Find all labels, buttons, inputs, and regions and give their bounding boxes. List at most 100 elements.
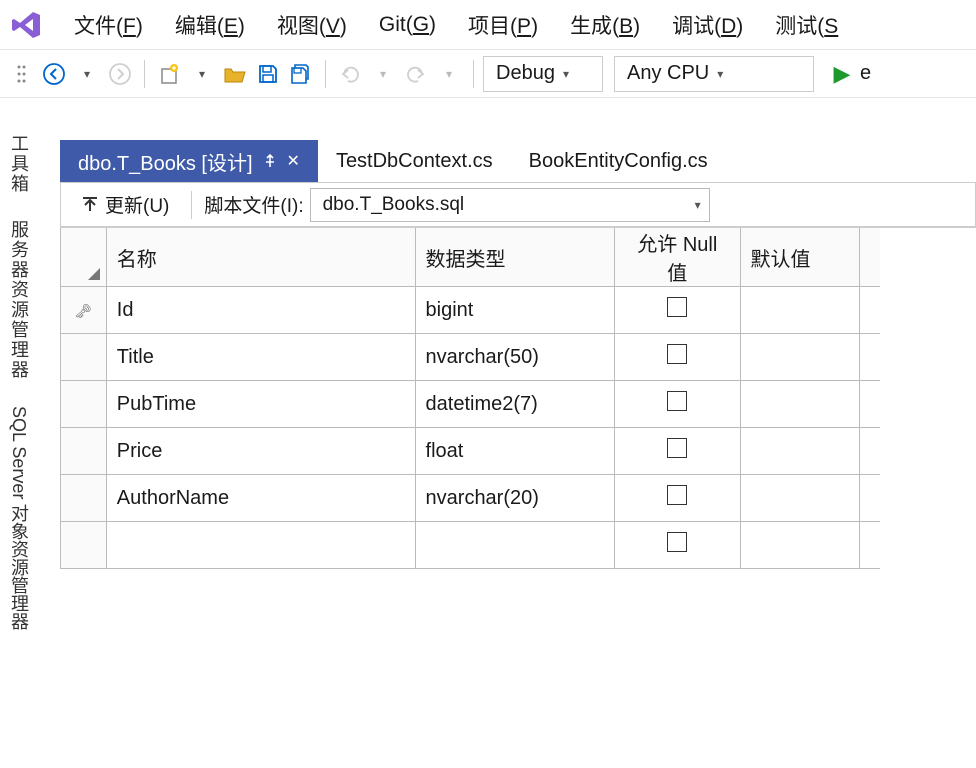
undo-button[interactable] bbox=[335, 57, 365, 91]
toolbar-separator bbox=[325, 60, 326, 88]
doc-tab-testdbcontext[interactable]: TestDbContext.cs bbox=[318, 140, 511, 182]
cell-name[interactable]: PubTime bbox=[106, 381, 415, 428]
menu-build[interactable]: 生成(B) bbox=[556, 4, 654, 46]
toolbar-separator bbox=[191, 191, 192, 219]
checkbox[interactable] bbox=[667, 485, 687, 505]
cell-type[interactable]: float bbox=[415, 428, 615, 475]
menu-test[interactable]: 测试(S bbox=[761, 4, 852, 46]
pin-icon[interactable] bbox=[263, 154, 277, 168]
table-row[interactable]: AuthorName nvarchar(20) bbox=[61, 475, 881, 522]
cell-name[interactable] bbox=[106, 522, 415, 569]
doc-tab-books-design[interactable]: dbo.T_Books [设计] ✕ bbox=[60, 140, 318, 182]
table-row[interactable]: 🗝 Id bigint bbox=[61, 287, 881, 334]
tab-label: dbo.T_Books [设计] bbox=[78, 147, 253, 176]
cell-default[interactable] bbox=[740, 334, 859, 381]
upload-icon bbox=[81, 196, 99, 214]
menu-view[interactable]: 视图(V) bbox=[263, 4, 361, 46]
open-folder-button[interactable] bbox=[220, 57, 250, 91]
cell-allow-null[interactable] bbox=[615, 475, 740, 522]
main-area: dbo.T_Books [设计] ✕ TestDbContext.cs Book… bbox=[60, 140, 976, 768]
cell-type[interactable]: bigint bbox=[415, 287, 615, 334]
cell-name[interactable]: Price bbox=[106, 428, 415, 475]
side-tabs: 工具箱 服务器资源管理器 SQL Server 对象资源管理器 bbox=[0, 100, 38, 634]
cell-name[interactable]: AuthorName bbox=[106, 475, 415, 522]
cell-type[interactable]: nvarchar(50) bbox=[415, 334, 615, 381]
side-tab-sql-object-explorer[interactable]: SQL Server 对象资源管理器 bbox=[0, 402, 38, 634]
checkbox[interactable] bbox=[667, 344, 687, 364]
column-header-type[interactable]: 数据类型 bbox=[415, 228, 615, 287]
checkbox[interactable] bbox=[667, 532, 687, 552]
table-row[interactable]: PubTime datetime2(7) bbox=[61, 381, 881, 428]
close-icon[interactable]: ✕ bbox=[287, 151, 300, 171]
table-row[interactable]: Price float bbox=[61, 428, 881, 475]
row-header[interactable] bbox=[61, 522, 107, 569]
redo-dropdown[interactable]: ▾ bbox=[434, 57, 464, 91]
cell-extra bbox=[859, 381, 880, 428]
cell-allow-null[interactable] bbox=[615, 381, 740, 428]
update-button[interactable]: 更新(U) bbox=[71, 187, 179, 222]
cell-extra bbox=[859, 287, 880, 334]
menu-debug[interactable]: 调试(D) bbox=[658, 4, 757, 46]
cell-default[interactable] bbox=[740, 287, 859, 334]
script-file-dropdown[interactable]: dbo.T_Books.sql ▾ bbox=[310, 188, 710, 222]
toolbar-grip-icon bbox=[6, 57, 36, 91]
cell-default[interactable] bbox=[740, 381, 859, 428]
run-button[interactable]: ▶ bbox=[827, 57, 857, 91]
menu-file[interactable]: 文件(F) bbox=[60, 4, 157, 46]
table-designer-grid: 名称 数据类型 允许 Null 值 默认值 🗝 Id bigint Title … bbox=[60, 228, 880, 569]
cell-allow-null[interactable] bbox=[615, 428, 740, 475]
table-row-new[interactable] bbox=[61, 522, 881, 569]
update-label: 更新(U) bbox=[105, 191, 169, 218]
cell-default[interactable] bbox=[740, 522, 859, 569]
cell-type[interactable]: nvarchar(20) bbox=[415, 475, 615, 522]
side-tab-server-explorer[interactable]: 服务器资源管理器 bbox=[0, 216, 38, 384]
cell-allow-null[interactable] bbox=[615, 287, 740, 334]
redo-button[interactable] bbox=[401, 57, 431, 91]
grid-corner-selector[interactable] bbox=[61, 228, 107, 287]
new-item-button[interactable] bbox=[154, 57, 184, 91]
cell-default[interactable] bbox=[740, 475, 859, 522]
toolbar-separator bbox=[144, 60, 145, 88]
cell-name[interactable]: Title bbox=[106, 334, 415, 381]
row-header[interactable] bbox=[61, 428, 107, 475]
column-header-extra bbox=[859, 228, 880, 287]
save-all-button[interactable] bbox=[286, 57, 316, 91]
checkbox[interactable] bbox=[667, 391, 687, 411]
cell-allow-null[interactable] bbox=[615, 334, 740, 381]
checkbox[interactable] bbox=[667, 297, 687, 317]
doc-tab-bookentityconfig[interactable]: BookEntityConfig.cs bbox=[511, 140, 726, 182]
nav-forward-button[interactable] bbox=[105, 57, 135, 91]
cell-name[interactable]: Id bbox=[106, 287, 415, 334]
cell-type[interactable] bbox=[415, 522, 615, 569]
undo-dropdown[interactable]: ▾ bbox=[368, 57, 398, 91]
menu-project[interactable]: 项目(P) bbox=[454, 4, 552, 46]
side-tab-toolbox[interactable]: 工具箱 bbox=[0, 130, 38, 198]
checkbox[interactable] bbox=[667, 438, 687, 458]
platform-dropdown[interactable]: Any CPU▾ bbox=[614, 56, 814, 92]
cell-default[interactable] bbox=[740, 428, 859, 475]
vs-logo bbox=[6, 5, 46, 45]
nav-back-button[interactable] bbox=[39, 57, 69, 91]
menu-edit[interactable]: 编辑(E) bbox=[161, 4, 259, 46]
column-header-default[interactable]: 默认值 bbox=[740, 228, 859, 287]
column-header-name[interactable]: 名称 bbox=[106, 228, 415, 287]
run-extra-text: e bbox=[860, 62, 871, 85]
nav-back-dropdown[interactable]: ▾ bbox=[72, 57, 102, 91]
cell-allow-null[interactable] bbox=[615, 522, 740, 569]
chevron-down-icon: ▾ bbox=[695, 198, 701, 212]
tab-label: TestDbContext.cs bbox=[336, 150, 493, 173]
row-header[interactable] bbox=[61, 475, 107, 522]
new-item-dropdown[interactable]: ▾ bbox=[187, 57, 217, 91]
script-file-value: dbo.T_Books.sql bbox=[323, 194, 465, 216]
cell-type[interactable]: datetime2(7) bbox=[415, 381, 615, 428]
configuration-dropdown[interactable]: Debug▾ bbox=[483, 56, 603, 92]
row-header[interactable] bbox=[61, 381, 107, 428]
menu-bar: 文件(F) 编辑(E) 视图(V) Git(G) 项目(P) 生成(B) 调试(… bbox=[0, 0, 976, 50]
menu-git[interactable]: Git(G) bbox=[365, 7, 450, 43]
save-button[interactable] bbox=[253, 57, 283, 91]
table-row[interactable]: Title nvarchar(50) bbox=[61, 334, 881, 381]
row-header[interactable]: 🗝 bbox=[61, 287, 107, 334]
cell-extra bbox=[859, 334, 880, 381]
row-header[interactable] bbox=[61, 334, 107, 381]
column-header-allow-null[interactable]: 允许 Null 值 bbox=[615, 228, 740, 287]
